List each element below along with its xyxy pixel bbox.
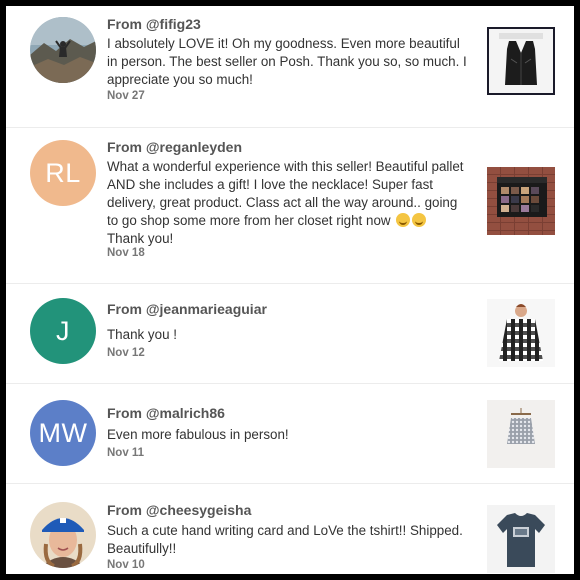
initials-avatar[interactable]: MW: [30, 400, 96, 466]
avatar-initials: RL: [45, 157, 81, 188]
review-date: Nov 12: [107, 347, 145, 359]
reviews-list: From @fifig23 I absolutely LOVE it! Oh m…: [6, 6, 574, 574]
initials-avatar[interactable]: J: [30, 298, 96, 364]
avatar-initials: MW: [38, 417, 88, 448]
graphic-tshirt-image[interactable]: [487, 505, 555, 573]
smiling-emoji-icon: [396, 213, 411, 227]
review-message: I absolutely LOVE it! Oh my goodness. Ev…: [107, 36, 467, 87]
review-author[interactable]: From @malrich86: [107, 405, 225, 421]
review-item: RL From @reganleyden What a wonderful ex…: [6, 127, 574, 284]
review-message: Even more fabulous in person!: [107, 427, 289, 442]
review-item: From @cheesygeisha Such a cute hand writ…: [6, 483, 574, 574]
person-blue-cap-avatar[interactable]: [30, 502, 96, 568]
plaid-shirt-image[interactable]: [487, 299, 555, 367]
grinning-emoji-icon: [412, 213, 427, 227]
review-author[interactable]: From @reganleyden: [107, 139, 242, 155]
review-message-text: What a wonderful experience with this se…: [107, 159, 464, 228]
eyeshadow-palette-image[interactable]: [487, 167, 555, 235]
review-date: Nov 11: [107, 447, 145, 459]
review-message-end: Thank you!: [107, 231, 174, 246]
review-message: What a wonderful experience with this se…: [107, 158, 467, 248]
review-item: J From @jeanmarieaguiar Thank you ! Nov …: [6, 283, 574, 384]
review-author[interactable]: From @jeanmarieaguiar: [107, 301, 267, 317]
review-date: Nov 18: [107, 247, 145, 259]
sequin-skirt-image[interactable]: [487, 400, 555, 468]
review-author[interactable]: From @cheesygeisha: [107, 502, 251, 518]
review-item: From @fifig23 I absolutely LOVE it! Oh m…: [6, 6, 574, 128]
avatar-initials: J: [56, 315, 70, 346]
review-date: Nov 27: [107, 90, 145, 102]
review-message: Thank you !: [107, 327, 177, 342]
review-message: Such a cute hand writing card and LoVe t…: [107, 523, 463, 556]
review-author[interactable]: From @fifig23: [107, 16, 201, 32]
black-leather-vest-image[interactable]: [487, 27, 555, 95]
review-date: Nov 10: [107, 559, 145, 571]
review-item: MW From @malrich86 Even more fabulous in…: [6, 383, 574, 484]
mountain-photo-avatar[interactable]: [30, 17, 96, 83]
initials-avatar[interactable]: RL: [30, 140, 96, 206]
